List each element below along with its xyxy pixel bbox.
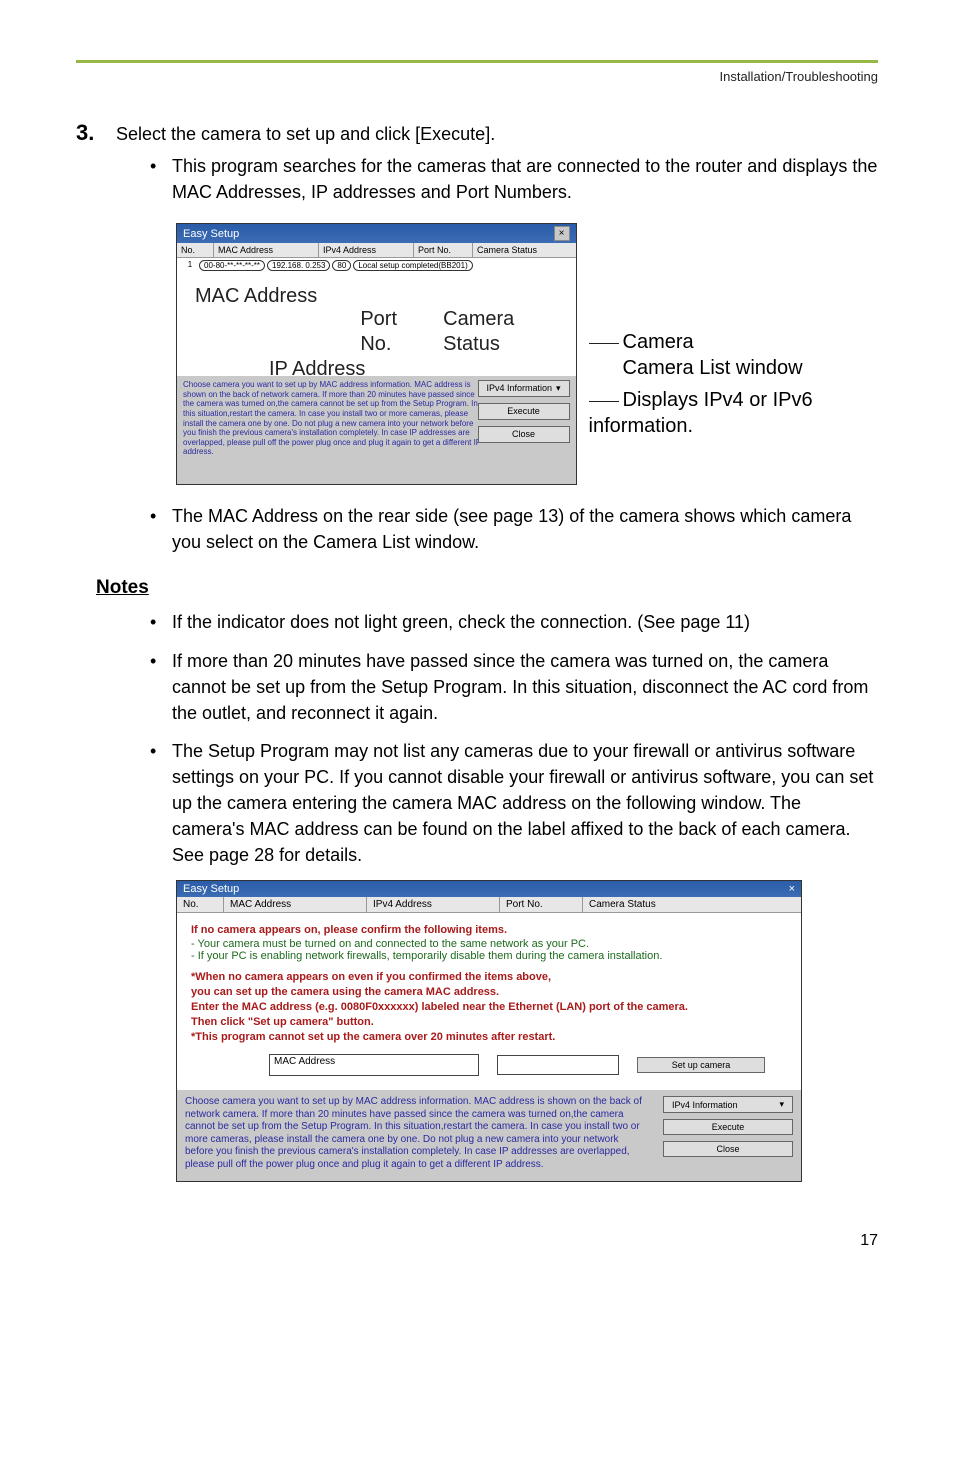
row-ip: 192.168. 0.253: [267, 260, 330, 271]
col-port: Port No.: [500, 897, 583, 912]
close-icon[interactable]: ×: [789, 883, 795, 895]
col-mac: MAC Address: [214, 243, 319, 257]
col-port: Port No.: [414, 243, 473, 257]
step-instruction: Select the camera to set up and click [E…: [116, 121, 495, 147]
dialog-footer-text: Choose camera you want to set up by MAC …: [185, 1096, 649, 1171]
green-line: - Your camera must be turned on and conn…: [191, 938, 787, 950]
step-sub-bullet: This program searches for the cameras th…: [144, 153, 878, 205]
note-item: The Setup Program may not list any camer…: [144, 738, 878, 868]
figure-easy-setup-1: Easy Setup × No. MAC Address IPv4 Addres…: [176, 223, 878, 485]
col-status: Camera Status: [473, 243, 576, 257]
close-icon[interactable]: ×: [554, 226, 570, 241]
after-figure-bullet: The MAC Address on the rear side (see pa…: [144, 503, 878, 555]
red-line: you can set up the camera using the came…: [191, 985, 787, 1000]
green-line: - If your PC is enabling network firewal…: [191, 950, 787, 962]
step-number: 3.: [76, 120, 116, 146]
note-item: If more than 20 minutes have passed sinc…: [144, 648, 878, 726]
col-status: Camera Status: [583, 897, 801, 912]
chevron-down-icon: ▾: [556, 383, 561, 394]
col-mac: MAC Address: [224, 897, 367, 912]
mac-value-input[interactable]: [497, 1055, 619, 1075]
red-heading: If no camera appears on, please confirm …: [191, 923, 787, 938]
col-ip: IPv4 Address: [319, 243, 414, 257]
close-button[interactable]: Close: [663, 1141, 793, 1157]
red-line: Then click "Set up camera" button.: [191, 1015, 787, 1030]
red-line: Enter the MAC address (e.g. 0080F0xxxxxx…: [191, 1000, 787, 1015]
notes-heading: Notes: [96, 577, 878, 599]
dialog-title: Easy Setup: [183, 228, 239, 240]
col-no: No.: [177, 897, 224, 912]
annot-port: Port No.: [360, 307, 433, 357]
annot-displays-ipv4: Displays IPv4 or IPv6 information.: [589, 387, 878, 439]
annot-mac: MAC Address: [195, 284, 576, 309]
figure-easy-setup-2: Easy Setup × No. MAC Address IPv4 Addres…: [176, 880, 802, 1182]
ipv4-dropdown[interactable]: IPv4 Information▾: [663, 1096, 793, 1113]
chevron-down-icon: ▾: [779, 1099, 784, 1110]
row-status: Local setup completed(BB201): [353, 260, 472, 271]
ipv4-dropdown[interactable]: IPv4 Information▾: [478, 380, 570, 397]
section-header: Installation/Troubleshooting: [76, 69, 878, 84]
col-no: No.: [177, 243, 214, 257]
execute-button[interactable]: Execute: [663, 1119, 793, 1135]
dialog-info-text: Choose camera you want to set up by MAC …: [183, 380, 483, 457]
close-button[interactable]: Close: [478, 426, 570, 443]
col-ip: IPv4 Address: [367, 897, 500, 912]
row-no: 1: [183, 260, 197, 271]
note-item: If the indicator does not light green, c…: [144, 609, 878, 635]
red-line: *This program cannot set up the camera o…: [191, 1030, 787, 1045]
red-line: *When no camera appears on even if you c…: [191, 970, 787, 985]
dialog-window: Easy Setup × No. MAC Address IPv4 Addres…: [176, 223, 577, 485]
annot-camera-status: Camera Status: [443, 307, 575, 357]
row-mac: 00-80-**-**-**-**: [199, 260, 265, 271]
dialog-title: Easy Setup: [183, 883, 239, 895]
page-number: 17: [76, 1232, 878, 1250]
set-up-camera-button[interactable]: Set up camera: [637, 1057, 765, 1073]
execute-button[interactable]: Execute: [478, 403, 570, 420]
annot-camera-list-window: CameraCamera List window: [589, 329, 878, 381]
mac-address-input[interactable]: MAC Address: [269, 1054, 479, 1076]
row-port: 80: [332, 260, 351, 271]
